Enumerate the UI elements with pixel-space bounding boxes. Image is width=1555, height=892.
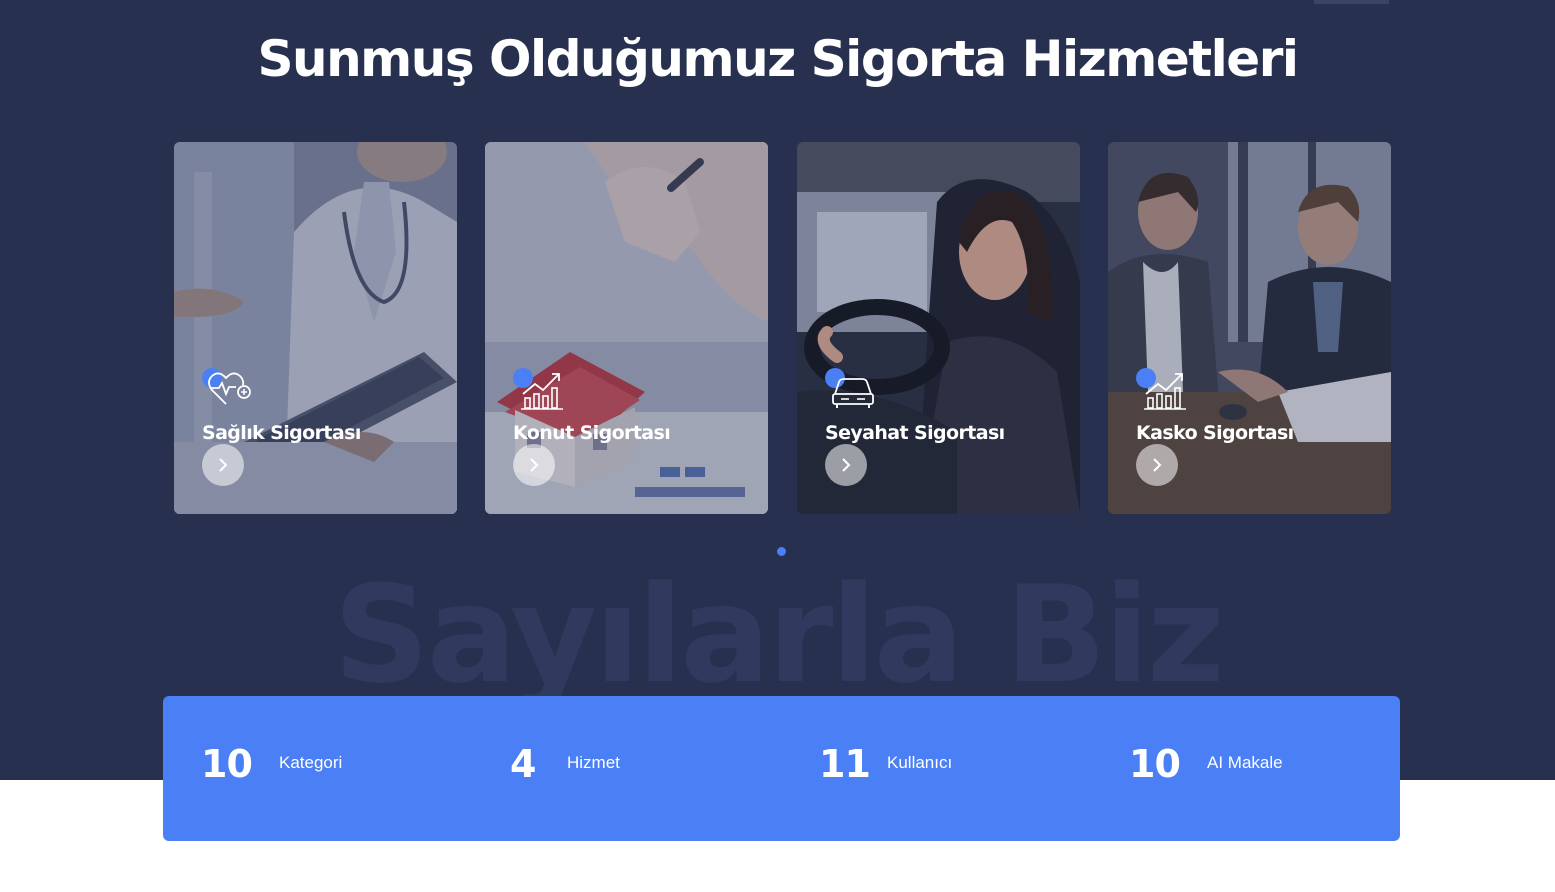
car-icon (832, 378, 874, 408)
stat-label: AI Makale (1207, 753, 1283, 772)
card-arrow-button[interactable] (825, 444, 867, 486)
services-section: Sunmuş Olduğumuz Sigorta Hizmetleri Sağl… (0, 0, 1555, 780)
stat-value: 4 (510, 742, 536, 786)
pagination-dot-active[interactable] (777, 547, 786, 556)
service-carousel: Sağlık Sigortası Konut Sigortası Seyahat… (174, 142, 1391, 514)
card-title: Konut Sigortası (513, 422, 671, 444)
carousel-pagination (777, 547, 786, 556)
health-heart-icon (208, 372, 251, 405)
card-title: Kasko Sigortası (1136, 422, 1294, 444)
numbers-watermark: Sayılarla Biz (333, 557, 1225, 713)
chevron-right-icon (1153, 458, 1162, 472)
card-title: Sağlık Sigortası (202, 422, 361, 444)
card-title: Seyahat Sigortası (825, 422, 1005, 444)
service-card-health[interactable]: Sağlık Sigortası (174, 142, 457, 514)
growth-chart-icon (521, 373, 563, 410)
stat-label: Hizmet (567, 753, 620, 772)
stat-value: 11 (819, 742, 871, 786)
section-title: Sunmuş Olduğumuz Sigorta Hizmetleri (257, 30, 1299, 88)
top-tab[interactable] (1314, 0, 1389, 4)
growth-chart-icon (1144, 373, 1186, 410)
chevron-right-icon (219, 458, 228, 472)
chevron-right-icon (530, 458, 539, 472)
stat-label: Kullanıcı (887, 753, 953, 772)
service-card-car[interactable]: Kasko Sigortası (1108, 142, 1391, 514)
card-arrow-button[interactable] (202, 444, 244, 486)
stats-bar: 10 Kategori 4 Hizmet 11 Kullanıcı 10 AI … (163, 696, 1400, 841)
stat-label: Kategori (279, 753, 343, 772)
stat-value: 10 (201, 742, 253, 786)
chevron-right-icon (842, 458, 851, 472)
card-arrow-button[interactable] (513, 444, 555, 486)
service-card-home[interactable]: Konut Sigortası (485, 142, 768, 514)
card-arrow-button[interactable] (1136, 444, 1178, 486)
stat-value: 10 (1129, 742, 1181, 786)
service-card-travel[interactable]: Seyahat Sigortası (797, 142, 1080, 514)
